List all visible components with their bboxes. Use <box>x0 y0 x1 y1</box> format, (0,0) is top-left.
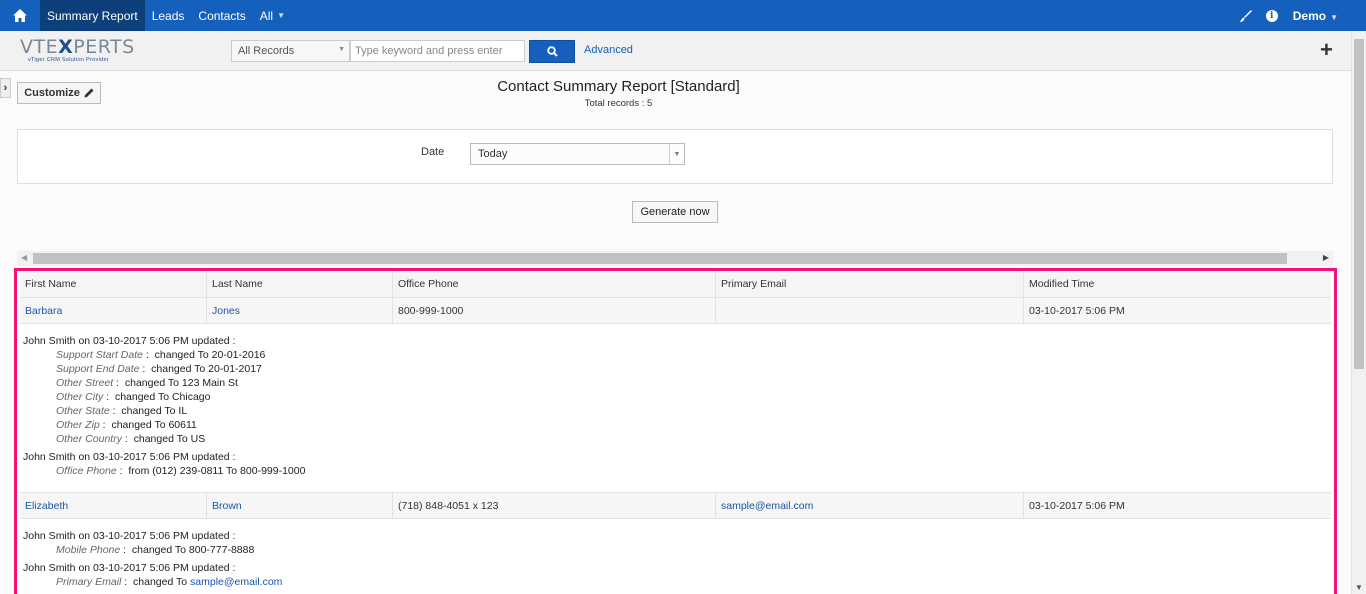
user-name: Demo <box>1292 8 1327 23</box>
modified-time-cell: 03-10-2017 5:06 PM <box>1029 304 1125 317</box>
record-filter-select[interactable]: All Records ▼ <box>231 40 350 62</box>
last-name-link[interactable]: Jones <box>212 305 240 317</box>
report-title: Contact Summary Report [Standard] <box>497 78 740 95</box>
logo-wordmark: VTEXPERTS <box>20 36 135 58</box>
date-select[interactable]: Today ▼ <box>470 143 685 165</box>
user-menu[interactable]: Demo ▼ <box>1285 9 1366 23</box>
office-phone-cell: 800-999-1000 <box>393 298 716 323</box>
search-input[interactable] <box>350 40 525 62</box>
record-filter-value: All Records <box>238 45 295 57</box>
primary-email-link[interactable]: sample@email.com <box>721 500 813 512</box>
nav-contacts[interactable]: Contacts <box>191 0 252 31</box>
search-icon <box>546 46 558 57</box>
date-select-value: Today <box>478 148 508 160</box>
column-header-office-phone[interactable]: Office Phone <box>393 271 716 297</box>
nav-right: i Demo ▼ <box>1233 0 1366 31</box>
advanced-search-link[interactable]: Advanced <box>584 44 633 56</box>
report-table: First Name Last Name Office Phone Primar… <box>14 268 1337 594</box>
brush-icon <box>1239 9 1252 22</box>
info-button[interactable]: i <box>1259 0 1285 31</box>
search-button[interactable] <box>529 40 575 63</box>
history-change: Other State : changed To IL <box>56 405 188 417</box>
chevron-down-icon: ▼ <box>669 144 684 164</box>
primary-email-cell <box>716 298 1024 323</box>
chevron-down-icon: ▼ <box>277 11 286 20</box>
scroll-right-arrow-icon[interactable]: ▶ <box>1323 253 1329 262</box>
nav-leads[interactable]: Leads <box>145 0 192 31</box>
first-name-link[interactable]: Elizabeth <box>25 500 68 512</box>
history-change: Support Start Date : changed To 20-01-20… <box>56 349 266 361</box>
table-header-row: First Name Last Name Office Phone Primar… <box>20 271 1331 298</box>
table-row: Barbara Jones 800-999-1000 03-10-2017 5:… <box>20 297 1331 324</box>
header-bar: VTEXPERTS vTiger CRM Solution Provider A… <box>0 31 1351 71</box>
history-entry-header: John Smith on 03-10-2017 5:06 PM updated… <box>23 562 236 574</box>
logo-tagline: vTiger CRM Solution Provider <box>28 57 109 63</box>
first-name-link[interactable]: Barbara <box>25 305 62 317</box>
horizontal-scroll-thumb[interactable] <box>33 253 1287 264</box>
change-history: John Smith on 03-10-2017 5:06 PM updated… <box>23 334 1323 478</box>
column-header-last-name[interactable]: Last Name <box>207 271 393 297</box>
office-phone-cell: (718) 848-4051 x 123 <box>393 493 716 518</box>
history-entry-header: John Smith on 03-10-2017 5:06 PM updated… <box>23 530 236 542</box>
vertical-scrollbar[interactable]: ▼ <box>1351 31 1366 594</box>
nav-summary-report[interactable]: Summary Report <box>40 0 145 31</box>
history-change: Primary Email : changed To sample@email.… <box>56 576 283 588</box>
history-change: Other Zip : changed To 60611 <box>56 419 197 431</box>
theme-brush-button[interactable] <box>1233 0 1259 31</box>
history-change: Support End Date : changed To 20-01-2017 <box>56 363 262 375</box>
chevron-down-icon: ▼ <box>338 46 345 53</box>
column-header-modified-time[interactable]: Modified Time <box>1024 271 1331 297</box>
horizontal-scrollbar[interactable]: ◀ ▶ <box>17 251 1333 266</box>
nav-all-menu[interactable]: All ▼ <box>253 0 292 31</box>
history-change: Other Street : changed To 123 Main St <box>56 377 238 389</box>
company-logo[interactable]: VTEXPERTS vTiger CRM Solution Provider <box>20 37 150 67</box>
history-change: Other City : changed To Chicago <box>56 391 211 403</box>
table-row: Elizabeth Brown (718) 848-4051 x 123 sam… <box>20 492 1331 519</box>
history-change: Office Phone : from (012) 239-0811 To 80… <box>56 465 306 477</box>
filter-panel: Date Today ▼ <box>17 129 1333 184</box>
home-button[interactable] <box>0 0 40 31</box>
scroll-down-arrow-icon[interactable]: ▼ <box>1355 583 1363 592</box>
history-entry-header: John Smith on 03-10-2017 5:06 PM updated… <box>23 335 236 347</box>
column-header-primary-email[interactable]: Primary Email <box>716 271 1024 297</box>
nav-all-label: All <box>259 8 274 23</box>
scroll-left-arrow-icon[interactable]: ◀ <box>21 253 27 262</box>
chevron-down-icon: ▼ <box>1330 12 1338 22</box>
history-entry-header: John Smith on 03-10-2017 5:06 PM updated… <box>23 451 236 463</box>
column-header-first-name[interactable]: First Name <box>20 271 207 297</box>
total-records: Total records : 5 <box>584 98 653 109</box>
modified-time-cell: 03-10-2017 5:06 PM <box>1029 499 1125 512</box>
last-name-link[interactable]: Brown <box>212 500 242 512</box>
email-link[interactable]: sample@email.com <box>190 576 282 588</box>
info-icon: i <box>1265 9 1278 22</box>
date-label: Date <box>421 146 445 158</box>
vertical-scroll-thumb[interactable] <box>1354 39 1364 369</box>
generate-now-button[interactable]: Generate now <box>632 201 718 223</box>
quick-create-plus-icon[interactable]: + <box>1320 39 1333 61</box>
home-icon <box>13 9 27 22</box>
change-history: John Smith on 03-10-2017 5:06 PM updated… <box>23 529 1323 589</box>
history-change: Mobile Phone : changed To 800-777-8888 <box>56 544 255 556</box>
history-change: Other Country : changed To US <box>56 433 206 445</box>
top-navbar: Summary Report Leads Contacts All ▼ i Dem… <box>0 0 1366 31</box>
